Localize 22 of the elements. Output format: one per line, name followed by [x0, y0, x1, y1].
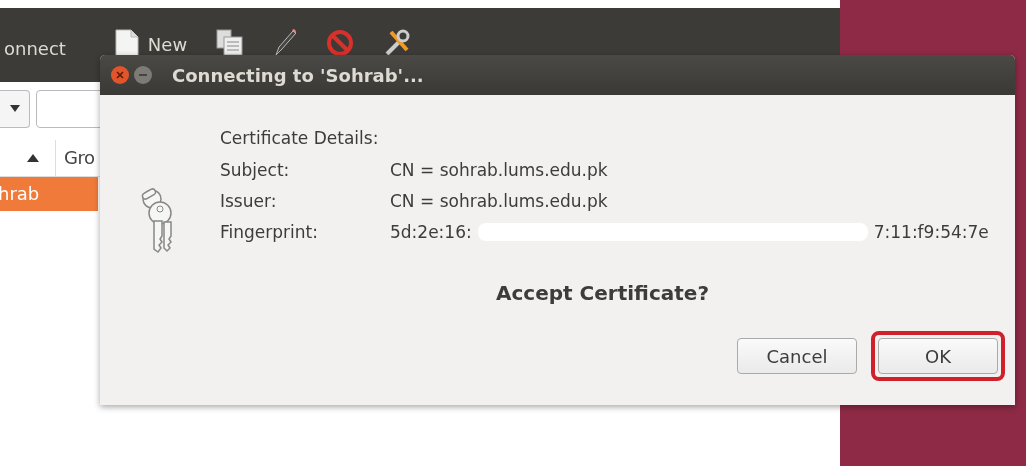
connect-button[interactable]: onnect [4, 38, 66, 59]
section-heading: Certificate Details: [220, 128, 380, 148]
fingerprint-end: 7:11:f9:54:7e [873, 222, 989, 242]
ok-button[interactable]: OK [878, 338, 998, 374]
dropdown-arrow-icon [9, 105, 20, 113]
fingerprint-start: 5d:2e:16: [390, 222, 472, 242]
prohibited-icon[interactable] [325, 28, 356, 58]
minimize-icon[interactable] [133, 65, 153, 85]
pencil-icon[interactable] [273, 28, 298, 58]
column-header[interactable]: Gro [55, 140, 95, 176]
dropdown[interactable] [0, 90, 30, 128]
field-label: Fingerprint: [220, 222, 319, 242]
sort-ascending-icon[interactable] [27, 154, 39, 162]
field-label: Issuer: [220, 191, 278, 211]
question-text: Accept Certificate? [495, 281, 710, 305]
documents-icon[interactable] [215, 28, 246, 58]
close-icon[interactable] [110, 65, 130, 85]
field-label: Subject: [220, 160, 291, 180]
cancel-button[interactable]: Cancel [737, 338, 857, 374]
field-value: CN = sohrab.lums.edu.pk [390, 160, 609, 180]
window-title: Connecting to 'Sohrab'... [172, 64, 424, 86]
field-value: CN = sohrab.lums.edu.pk [390, 191, 609, 211]
